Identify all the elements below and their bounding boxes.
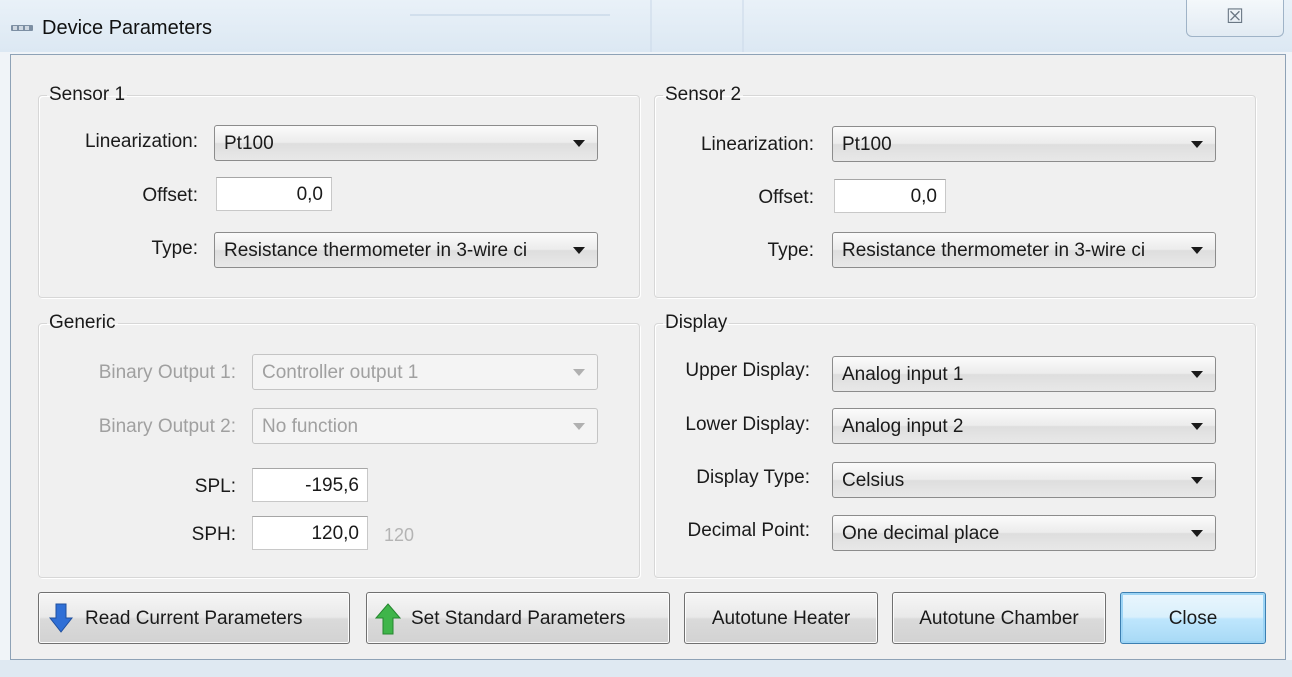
title-bar: Device Parameters ☒ xyxy=(0,0,1292,52)
sph-hint: 120 xyxy=(384,525,415,545)
spl-field[interactable]: -195,6 xyxy=(252,468,368,502)
decimal-point-value: One decimal place xyxy=(842,523,1000,544)
sensor2-type-value: Resistance thermometer in 3-wire ci xyxy=(842,240,1146,261)
chevron-down-icon xyxy=(1191,477,1203,484)
autotune-heater-label: Autotune Heater xyxy=(711,608,851,629)
sensor2-linearization-label: Linearization: xyxy=(700,134,814,155)
close-icon: ☒ xyxy=(1226,6,1244,28)
arrow-up-icon xyxy=(375,603,401,635)
autotune-chamber-button[interactable]: Autotune Chamber xyxy=(892,592,1106,644)
close-button[interactable]: Close xyxy=(1120,592,1266,644)
sensor1-linearization-label: Linearization: xyxy=(84,131,198,152)
sensor1-type-select[interactable]: Resistance thermometer in 3-wire ci xyxy=(214,232,598,268)
device-icon xyxy=(11,25,33,31)
sph-label: SPH: xyxy=(191,524,236,545)
read-current-parameters-label: Read Current Parameters xyxy=(85,608,303,629)
sensor2-type-label: Type: xyxy=(767,240,814,261)
sensor1-type-value: Resistance thermometer in 3-wire ci xyxy=(224,240,528,261)
window-title: Device Parameters xyxy=(42,17,213,39)
chevron-down-icon xyxy=(1191,247,1203,254)
chevron-down-icon xyxy=(573,247,585,254)
read-current-parameters-button[interactable]: Read Current Parameters xyxy=(38,592,350,644)
binary-output-1-label: Binary Output 1: xyxy=(98,362,236,383)
binary-output-1-value: Controller output 1 xyxy=(262,362,419,383)
window-bottom-edge xyxy=(0,660,1292,677)
chevron-down-icon xyxy=(1191,141,1203,148)
upper-display-select[interactable]: Analog input 1 xyxy=(832,356,1216,392)
sensor2-offset-field[interactable]: 0,0 xyxy=(834,179,946,213)
close-label: Close xyxy=(1168,608,1218,629)
chevron-down-icon xyxy=(573,140,585,147)
display-type-label: Display Type: xyxy=(696,467,810,488)
spl-label: SPL: xyxy=(194,476,236,497)
sensor2-type-select[interactable]: Resistance thermometer in 3-wire ci xyxy=(832,232,1216,268)
lower-display-value: Analog input 2 xyxy=(842,416,964,437)
sensor1-offset-field[interactable]: 0,0 xyxy=(216,177,332,211)
decimal-point-label: Decimal Point: xyxy=(687,520,811,541)
sph-field[interactable]: 120,0 xyxy=(252,516,368,550)
chevron-down-icon xyxy=(573,423,585,430)
sensor2-linearization-value: Pt100 xyxy=(842,134,892,155)
binary-output-1-select[interactable]: Controller output 1 xyxy=(252,354,598,390)
sensor2-legend: Sensor 2 xyxy=(665,84,742,105)
autotune-heater-button[interactable]: Autotune Heater xyxy=(684,592,878,644)
chevron-down-icon xyxy=(1191,423,1203,430)
upper-display-label: Upper Display: xyxy=(685,360,810,381)
background-window-edge xyxy=(650,0,744,52)
window-close-button[interactable]: ☒ xyxy=(1186,0,1284,37)
autotune-chamber-label: Autotune Chamber xyxy=(919,608,1079,629)
chevron-down-icon xyxy=(573,369,585,376)
binary-output-2-label: Binary Output 2: xyxy=(98,416,236,437)
set-standard-parameters-label: Set Standard Parameters xyxy=(411,608,626,629)
sensor1-type-label: Type: xyxy=(151,238,198,259)
display-legend: Display xyxy=(665,312,728,333)
binary-output-2-select[interactable]: No function xyxy=(252,408,598,444)
sensor1-linearization-value: Pt100 xyxy=(224,133,274,154)
generic-legend: Generic xyxy=(49,312,116,333)
sensor2-offset-label: Offset: xyxy=(758,187,814,208)
background-window-edge xyxy=(410,0,610,16)
chevron-down-icon xyxy=(1191,530,1203,537)
upper-display-value: Analog input 1 xyxy=(842,364,964,385)
binary-output-2-value: No function xyxy=(262,416,359,437)
set-standard-parameters-button[interactable]: Set Standard Parameters xyxy=(366,592,670,644)
sensor1-offset-label: Offset: xyxy=(142,185,198,206)
display-type-select[interactable]: Celsius xyxy=(832,462,1216,498)
sensor1-legend: Sensor 1 xyxy=(49,84,126,105)
decimal-point-select[interactable]: One decimal place xyxy=(832,515,1216,551)
sensor1-linearization-select[interactable]: Pt100 xyxy=(214,125,598,161)
chevron-down-icon xyxy=(1191,371,1203,378)
lower-display-select[interactable]: Analog input 2 xyxy=(832,408,1216,444)
display-type-value: Celsius xyxy=(842,470,905,491)
sensor2-linearization-select[interactable]: Pt100 xyxy=(832,126,1216,162)
lower-display-label: Lower Display: xyxy=(685,414,810,435)
arrow-down-icon xyxy=(49,603,73,633)
